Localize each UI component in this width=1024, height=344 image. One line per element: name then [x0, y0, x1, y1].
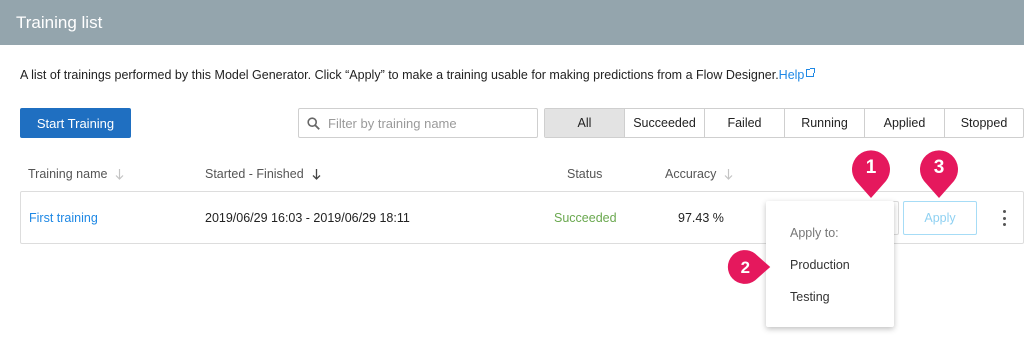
callout-number: 1 — [866, 157, 877, 178]
column-label: Status — [567, 167, 603, 181]
column-header-training-name[interactable]: Training name — [28, 167, 124, 181]
sort-arrow-icon — [724, 169, 733, 180]
page-title: Training list — [16, 13, 103, 32]
page-header: Training list — [0, 0, 1024, 45]
filter-failed[interactable]: Failed — [705, 109, 785, 137]
filter-succeeded[interactable]: Succeeded — [625, 109, 705, 137]
apply-to-menu: Apply to: Production Testing — [766, 201, 894, 327]
menu-title: Apply to: — [790, 226, 839, 240]
menu-item-production[interactable]: Production — [790, 258, 850, 272]
callout-marker-1: 1 — [852, 150, 890, 198]
started-finished-value: 2019/06/29 16:03 - 2019/06/29 18:11 — [205, 211, 410, 225]
callout-marker-3: 3 — [920, 150, 958, 198]
accuracy-value: 97.43 % — [678, 211, 724, 225]
filter-stopped[interactable]: Stopped — [945, 109, 1023, 137]
search-input[interactable] — [326, 114, 530, 132]
callout-marker-2: 2 — [727, 250, 771, 284]
training-name-link[interactable]: First training — [29, 211, 98, 225]
description-text: A list of trainings performed by this Mo… — [20, 68, 779, 82]
column-header-started-finished[interactable]: Started - Finished — [205, 167, 321, 181]
sort-arrow-icon — [312, 169, 321, 180]
description: A list of trainings performed by this Mo… — [20, 68, 816, 82]
column-header-status: Status — [567, 167, 602, 181]
status-value: Succeeded — [554, 211, 617, 225]
help-link[interactable]: Help — [778, 68, 816, 82]
status-filter-group: All Succeeded Failed Running Applied Sto… — [544, 108, 1024, 138]
help-link-label: Help — [778, 68, 805, 82]
callout-number: 2 — [741, 258, 750, 277]
filter-applied[interactable]: Applied — [865, 109, 945, 137]
column-header-accuracy[interactable]: Accuracy — [665, 167, 733, 181]
column-label: Started - Finished — [205, 167, 304, 181]
menu-item-testing[interactable]: Testing — [790, 290, 830, 304]
filter-all[interactable]: All — [545, 109, 625, 137]
start-training-button[interactable]: Start Training — [20, 108, 131, 138]
filter-running[interactable]: Running — [785, 109, 865, 137]
column-label: Training name — [28, 167, 108, 181]
more-options-icon[interactable] — [1001, 210, 1007, 226]
callout-number: 3 — [934, 157, 945, 178]
apply-button[interactable]: Apply — [903, 201, 977, 235]
search-box[interactable] — [298, 108, 538, 138]
external-link-icon — [806, 68, 816, 77]
column-label: Accuracy — [665, 167, 717, 181]
search-icon — [307, 116, 320, 130]
sort-arrow-icon — [116, 169, 124, 180]
